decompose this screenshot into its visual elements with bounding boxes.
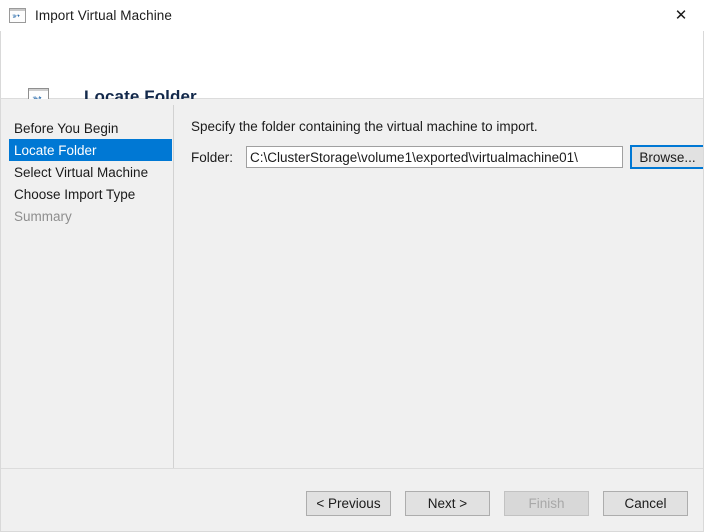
- dialog-body: Before You Begin Locate Folder Select Vi…: [1, 99, 704, 468]
- sidebar-item-label: Before You Begin: [14, 120, 119, 136]
- cancel-button[interactable]: Cancel: [603, 491, 688, 516]
- footer-button-group: < Previous Next > Finish Cancel: [306, 491, 688, 516]
- sidebar-item-label: Choose Import Type: [14, 186, 136, 202]
- next-button[interactable]: Next >: [405, 491, 490, 516]
- sidebar-item-label: Select Virtual Machine: [14, 164, 149, 180]
- instruction-text: Specify the folder containing the virtua…: [191, 119, 538, 134]
- sidebar-item-select-virtual-machine[interactable]: Select Virtual Machine: [1, 161, 173, 183]
- sidebar-item-label: Summary: [14, 208, 72, 224]
- close-icon: ✕: [674, 6, 688, 24]
- import-virtual-machine-dialog: ➳ Import Virtual Machine ✕ ➳ Locate Fold…: [0, 0, 704, 532]
- folder-row: Folder: Browse...: [191, 145, 704, 169]
- sidebar-item-label: Locate Folder: [14, 142, 97, 158]
- sidebar-item-summary: Summary: [1, 205, 173, 227]
- content-pane: Specify the folder containing the virtua…: [174, 99, 704, 468]
- wizard-steps-sidebar: Before You Begin Locate Folder Select Vi…: [1, 117, 173, 227]
- finish-button: Finish: [504, 491, 589, 516]
- folder-input[interactable]: [246, 146, 623, 168]
- sidebar-item-locate-folder[interactable]: Locate Folder: [9, 139, 172, 161]
- dialog-footer: < Previous Next > Finish Cancel: [1, 468, 703, 531]
- virtual-machine-icon: ➳: [9, 7, 26, 24]
- close-button[interactable]: ✕: [658, 0, 704, 31]
- browse-button[interactable]: Browse...: [630, 145, 704, 169]
- title-bar: ➳ Import Virtual Machine ✕: [0, 0, 704, 31]
- page-header: ➳ Locate Folder: [1, 31, 703, 106]
- sidebar-item-before-you-begin[interactable]: Before You Begin: [1, 117, 173, 139]
- sidebar-item-choose-import-type[interactable]: Choose Import Type: [1, 183, 173, 205]
- window-title: Import Virtual Machine: [35, 8, 173, 23]
- previous-button[interactable]: < Previous: [306, 491, 391, 516]
- folder-label: Folder:: [191, 149, 234, 165]
- window-left-edge: [0, 31, 1, 532]
